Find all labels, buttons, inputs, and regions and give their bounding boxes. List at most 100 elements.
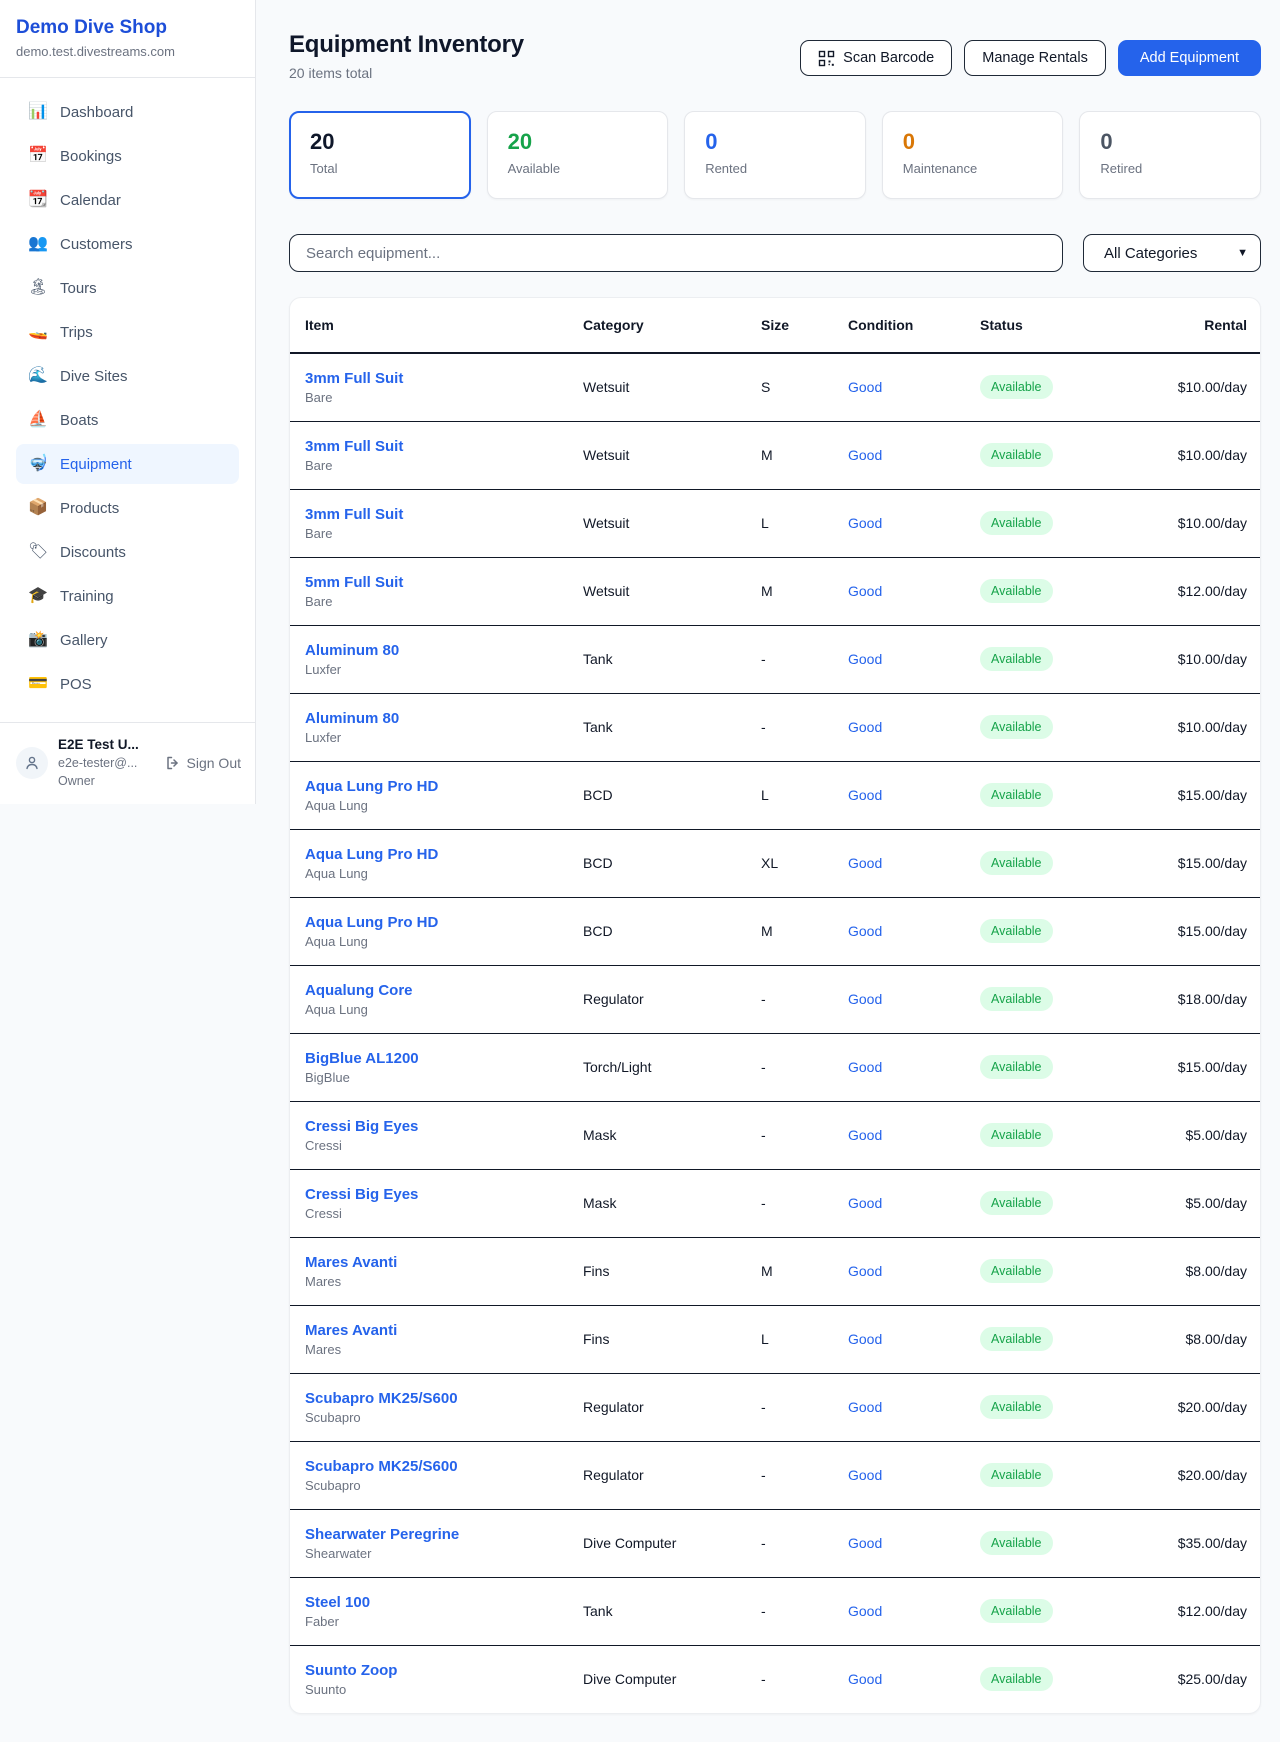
package-icon: 📦: [28, 498, 48, 518]
item-name-link[interactable]: 3mm Full Suit: [305, 438, 403, 455]
sidebar-item-boats[interactable]: ⛵ Boats: [16, 400, 239, 440]
item-condition-link[interactable]: Good: [848, 991, 882, 1007]
item-brand: Shearwater: [305, 1546, 583, 1561]
item-name-link[interactable]: 3mm Full Suit: [305, 370, 403, 387]
item-condition-link[interactable]: Good: [848, 1671, 882, 1687]
item-category: BCD: [583, 829, 761, 897]
item-name-link[interactable]: Scubapro MK25/S600: [305, 1458, 458, 1475]
item-name-link[interactable]: Suunto Zoop: [305, 1662, 397, 1679]
status-badge: Available: [980, 579, 1053, 603]
item-name-link[interactable]: Aluminum 80: [305, 710, 399, 727]
scan-barcode-button[interactable]: Scan Barcode: [800, 40, 952, 76]
stat-card-maintenance[interactable]: 0 Maintenance: [882, 111, 1064, 199]
sidebar-item-label: Customers: [60, 236, 133, 253]
stat-card-available[interactable]: 20 Available: [487, 111, 669, 199]
item-name-link[interactable]: Aqualung Core: [305, 982, 413, 999]
sidebar-item-tours[interactable]: 🏝 Tours: [16, 268, 239, 308]
sidebar-item-discounts[interactable]: 🏷 Discounts: [16, 532, 239, 572]
item-name-link[interactable]: Cressi Big Eyes: [305, 1186, 418, 1203]
item-category: Mask: [583, 1101, 761, 1169]
equipment-table-card: Item Category Size Condition Status Rent…: [289, 297, 1261, 1714]
item-rental: $20.00/day: [1112, 1441, 1261, 1509]
sidebar-item-dive-sites[interactable]: 🌊 Dive Sites: [16, 356, 239, 396]
main-content: Equipment Inventory 20 items total Scan …: [289, 0, 1261, 1714]
add-equipment-label: Add Equipment: [1140, 50, 1239, 66]
item-condition-link[interactable]: Good: [848, 855, 882, 871]
item-name-link[interactable]: Mares Avanti: [305, 1254, 397, 1271]
item-rental: $15.00/day: [1112, 1033, 1261, 1101]
sign-out-button[interactable]: Sign Out: [165, 755, 241, 771]
manage-rentals-button[interactable]: Manage Rentals: [964, 40, 1106, 76]
brand-block: Demo Dive Shop demo.test.divestreams.com: [0, 0, 255, 78]
item-condition-link[interactable]: Good: [848, 1059, 882, 1075]
status-badge: Available: [980, 1055, 1053, 1079]
sidebar-item-pos[interactable]: 💳 POS: [16, 664, 239, 704]
item-size: -: [761, 693, 848, 761]
item-name-link[interactable]: Steel 100: [305, 1594, 370, 1611]
item-condition-link[interactable]: Good: [848, 515, 882, 531]
item-condition-link[interactable]: Good: [848, 1127, 882, 1143]
item-brand: Aqua Lung: [305, 934, 583, 949]
item-condition-link[interactable]: Good: [848, 1195, 882, 1211]
search-input[interactable]: [289, 234, 1063, 272]
item-condition-link[interactable]: Good: [848, 1603, 882, 1619]
item-name-link[interactable]: 3mm Full Suit: [305, 506, 403, 523]
column-header-rental: Rental: [1112, 298, 1261, 353]
sidebar-item-bookings[interactable]: 📅 Bookings: [16, 136, 239, 176]
sidebar-item-trips[interactable]: 🚤 Trips: [16, 312, 239, 352]
tag-icon: 🏷: [28, 542, 48, 562]
status-badge: Available: [980, 1191, 1053, 1215]
status-badge: Available: [980, 1599, 1053, 1623]
item-name-link[interactable]: 5mm Full Suit: [305, 574, 403, 591]
table-body: 3mm Full Suit Bare Wetsuit S Good Availa…: [290, 353, 1261, 1713]
item-condition-link[interactable]: Good: [848, 447, 882, 463]
sidebar-item-customers[interactable]: 👥 Customers: [16, 224, 239, 264]
sidebar-item-dashboard[interactable]: 📊 Dashboard: [16, 92, 239, 132]
table-row: BigBlue AL1200 BigBlue Torch/Light - Goo…: [290, 1033, 1261, 1101]
item-condition-link[interactable]: Good: [848, 1263, 882, 1279]
item-name-link[interactable]: Aqua Lung Pro HD: [305, 914, 438, 931]
stat-card-total[interactable]: 20 Total: [289, 111, 471, 199]
item-condition-link[interactable]: Good: [848, 1399, 882, 1415]
item-name-link[interactable]: Shearwater Peregrine: [305, 1526, 459, 1543]
sidebar-item-training[interactable]: 🎓 Training: [16, 576, 239, 616]
item-brand: Faber: [305, 1614, 583, 1629]
table-row: Scubapro MK25/S600 Scubapro Regulator - …: [290, 1441, 1261, 1509]
item-condition-link[interactable]: Good: [848, 1331, 882, 1347]
table-row: Aqua Lung Pro HD Aqua Lung BCD XL Good A…: [290, 829, 1261, 897]
table-row: Steel 100 Faber Tank - Good Available $1…: [290, 1577, 1261, 1645]
stat-card-retired[interactable]: 0 Retired: [1079, 111, 1261, 199]
category-select[interactable]: All Categories ▼: [1083, 234, 1261, 272]
item-name-link[interactable]: BigBlue AL1200: [305, 1050, 419, 1067]
item-name-link[interactable]: Aqua Lung Pro HD: [305, 846, 438, 863]
stat-cards: 20 Total 20 Available 0 Rented 0 Mainten…: [289, 111, 1261, 199]
item-condition-link[interactable]: Good: [848, 719, 882, 735]
column-header-condition: Condition: [848, 298, 980, 353]
stat-card-rented[interactable]: 0 Rented: [684, 111, 866, 199]
item-condition-link[interactable]: Good: [848, 1535, 882, 1551]
barcode-qr-icon: [818, 50, 835, 67]
item-condition-link[interactable]: Good: [848, 651, 882, 667]
sidebar-item-gallery[interactable]: 📸 Gallery: [16, 620, 239, 660]
sidebar-item-products[interactable]: 📦 Products: [16, 488, 239, 528]
item-condition-link[interactable]: Good: [848, 1467, 882, 1483]
item-condition-link[interactable]: Good: [848, 923, 882, 939]
sign-out-icon: [165, 755, 181, 771]
item-category: Wetsuit: [583, 489, 761, 557]
sidebar-item-calendar[interactable]: 📆 Calendar: [16, 180, 239, 220]
sidebar-item-equipment[interactable]: 🤿 Equipment: [16, 444, 239, 484]
item-name-link[interactable]: Cressi Big Eyes: [305, 1118, 418, 1135]
calendar-date-icon: 📅: [28, 146, 48, 166]
user-name: E2E Test U...: [58, 735, 155, 754]
add-equipment-button[interactable]: Add Equipment: [1118, 40, 1261, 76]
brand-domain: demo.test.divestreams.com: [16, 43, 239, 61]
item-name-link[interactable]: Scubapro MK25/S600: [305, 1390, 458, 1407]
item-condition-link[interactable]: Good: [848, 583, 882, 599]
item-name-link[interactable]: Aluminum 80: [305, 642, 399, 659]
item-condition-link[interactable]: Good: [848, 379, 882, 395]
item-category: Tank: [583, 693, 761, 761]
item-rental: $10.00/day: [1112, 421, 1261, 489]
item-name-link[interactable]: Aqua Lung Pro HD: [305, 778, 438, 795]
item-name-link[interactable]: Mares Avanti: [305, 1322, 397, 1339]
item-condition-link[interactable]: Good: [848, 787, 882, 803]
